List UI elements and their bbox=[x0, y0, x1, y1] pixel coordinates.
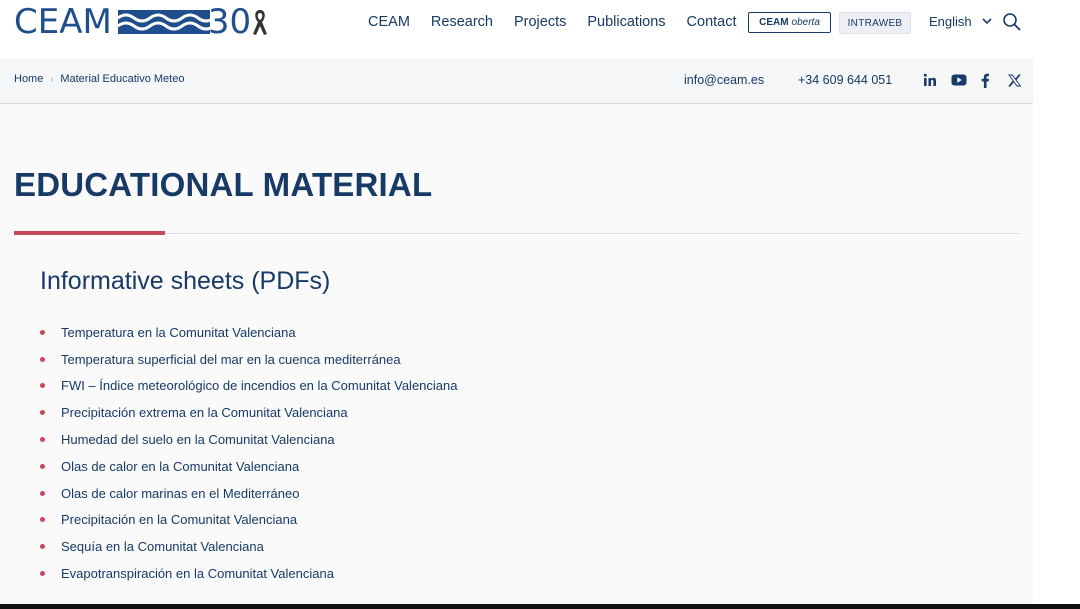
waves-icon bbox=[117, 10, 210, 34]
chevron-down-icon bbox=[982, 18, 992, 25]
ceam-logo[interactable]: CEAM 30 bbox=[14, 4, 268, 40]
list-item: Olas de calor en la Comunitat Valenciana bbox=[40, 453, 457, 480]
bullet-icon bbox=[40, 571, 45, 577]
list-item: Precipitación en la Comunitat Valenciana bbox=[40, 507, 457, 534]
logo-wordmark: CEAM bbox=[14, 2, 112, 42]
breadcrumb-current: Material Educativo Meteo bbox=[60, 73, 185, 85]
list-item: FWI – Índice meteorológico de incendios … bbox=[40, 373, 457, 400]
pdf-link[interactable]: Evapotranspiración en la Comunitat Valen… bbox=[61, 566, 334, 581]
nav-projects[interactable]: Projects bbox=[514, 13, 566, 31]
pdf-link[interactable]: Humedad del suelo en la Comunitat Valenc… bbox=[61, 432, 335, 447]
contact-phone[interactable]: +34 609 644 051 bbox=[798, 73, 892, 87]
ceam-oberta-button[interactable]: CEAM oberta bbox=[748, 12, 831, 33]
breadcrumb-separator-icon: › bbox=[50, 74, 54, 84]
section-title: Informative sheets (PDFs) bbox=[40, 267, 331, 295]
youtube-icon[interactable] bbox=[951, 72, 967, 88]
bottom-edge bbox=[0, 604, 1080, 609]
pdf-link[interactable]: Olas de calor en la Comunitat Valenciana bbox=[61, 459, 299, 474]
oberta-bold-label: CEAM bbox=[759, 17, 789, 28]
bullet-icon bbox=[40, 356, 45, 362]
pdf-list: Temperatura en la Comunitat Valenciana T… bbox=[40, 319, 457, 587]
pdf-link[interactable]: Sequía en la Comunitat Valenciana bbox=[61, 539, 264, 554]
bullet-icon bbox=[40, 410, 45, 416]
bullet-icon bbox=[40, 544, 45, 550]
list-item: Humedad del suelo en la Comunitat Valenc… bbox=[40, 426, 457, 453]
list-item: Temperatura en la Comunitat Valenciana bbox=[40, 319, 457, 346]
list-item: Sequía en la Comunitat Valenciana bbox=[40, 533, 457, 560]
bullet-icon bbox=[40, 437, 45, 443]
page-title: EDUCATIONAL MATERIAL bbox=[14, 166, 433, 203]
pdf-link[interactable]: Olas de calor marinas en el Mediterráneo bbox=[61, 486, 299, 501]
search-icon[interactable] bbox=[1002, 12, 1022, 32]
main-nav: CEAM Research Projects Publications Cont… bbox=[368, 13, 758, 31]
mourning-ribbon-icon bbox=[253, 10, 268, 35]
oberta-italic-label: oberta bbox=[791, 17, 820, 28]
bullet-icon bbox=[40, 463, 45, 469]
list-item: Precipitación extrema en la Comunitat Va… bbox=[40, 399, 457, 426]
utility-bar: Home › Material Educativo Meteo info@cea… bbox=[0, 59, 1033, 104]
nav-publications[interactable]: Publications bbox=[587, 13, 665, 31]
bullet-icon bbox=[40, 490, 45, 496]
bullet-icon bbox=[40, 383, 45, 389]
contact-email[interactable]: info@ceam.es bbox=[684, 73, 764, 87]
site-header: CEAM 30 CEAM Research Projects Publicati… bbox=[0, 0, 1080, 58]
intraweb-button[interactable]: INTRAWEB bbox=[839, 12, 911, 34]
list-item: Evapotranspiración en la Comunitat Valen… bbox=[40, 560, 457, 587]
language-selector[interactable]: English bbox=[929, 14, 992, 29]
pdf-link[interactable]: FWI – Índice meteorológico de incendios … bbox=[61, 378, 457, 393]
nav-ceam[interactable]: CEAM bbox=[368, 13, 410, 31]
breadcrumb-home[interactable]: Home bbox=[14, 73, 43, 85]
pdf-link[interactable]: Temperatura en la Comunitat Valenciana bbox=[61, 325, 296, 340]
list-item: Olas de calor marinas en el Mediterráneo bbox=[40, 480, 457, 507]
facebook-icon[interactable] bbox=[977, 72, 993, 88]
title-accent-bar bbox=[14, 231, 165, 235]
x-icon[interactable] bbox=[1006, 72, 1022, 88]
linkedin-icon[interactable] bbox=[922, 72, 938, 88]
nav-contact[interactable]: Contact bbox=[687, 13, 737, 31]
bullet-icon bbox=[40, 329, 45, 335]
language-label: English bbox=[929, 14, 972, 29]
list-item: Temperatura superficial del mar en la cu… bbox=[40, 346, 457, 373]
logo-anniversary: 30 bbox=[207, 2, 252, 42]
pdf-link[interactable]: Precipitación en la Comunitat Valenciana bbox=[61, 512, 297, 527]
pdf-link[interactable]: Precipitación extrema en la Comunitat Va… bbox=[61, 405, 348, 420]
nav-research[interactable]: Research bbox=[431, 13, 493, 31]
breadcrumb: Home › Material Educativo Meteo bbox=[14, 73, 184, 85]
bullet-icon bbox=[40, 517, 45, 523]
pdf-link[interactable]: Temperatura superficial del mar en la cu… bbox=[61, 352, 401, 367]
